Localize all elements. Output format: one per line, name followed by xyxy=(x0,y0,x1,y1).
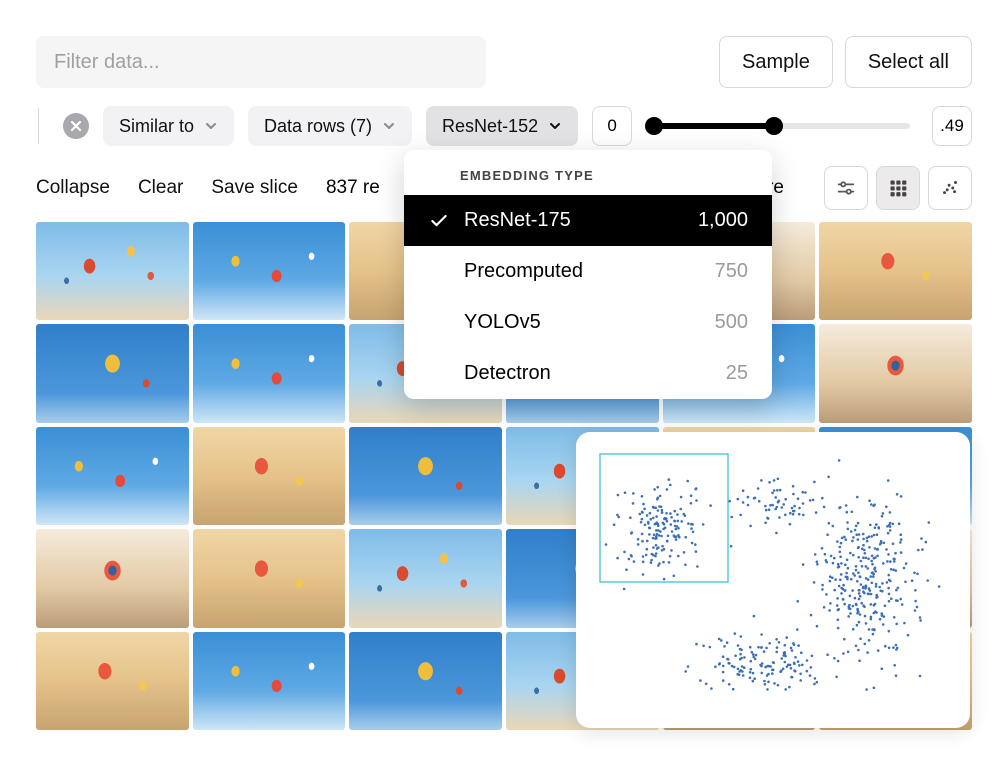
filters-icon-button[interactable] xyxy=(824,166,868,210)
scatter-plot[interactable] xyxy=(576,432,970,728)
dropdown-item[interactable]: Detectron 25 xyxy=(404,348,772,399)
embedding-type-label: ResNet-152 xyxy=(442,116,538,137)
thumbnail[interactable] xyxy=(349,427,502,525)
dropdown-item-label: ResNet-175 xyxy=(464,209,571,232)
dropdown-title: EMBEDDING TYPE xyxy=(404,150,772,195)
thumbnail[interactable] xyxy=(193,222,346,320)
results-count: 837 re xyxy=(326,177,380,199)
similar-to-label: Similar to xyxy=(119,116,194,137)
thumbnail[interactable] xyxy=(819,222,972,320)
scatter-icon xyxy=(939,177,961,199)
chevron-down-icon xyxy=(548,119,562,133)
embedding-type-pill[interactable]: ResNet-152 xyxy=(426,106,578,146)
chevron-down-icon xyxy=(204,119,218,133)
dropdown-item-label: YOLOv5 xyxy=(464,311,541,334)
embedding-type-dropdown: EMBEDDING TYPE ResNet-175 1,000 Precompu… xyxy=(404,150,772,399)
filter-input[interactable] xyxy=(36,36,486,88)
thumbnail[interactable] xyxy=(193,427,346,525)
thumbnail[interactable] xyxy=(819,324,972,422)
clear-filters-icon[interactable] xyxy=(63,113,89,139)
thumbnail[interactable] xyxy=(349,529,502,627)
dropdown-item-count: 500 xyxy=(715,311,748,334)
scatter-view-button[interactable] xyxy=(928,166,972,210)
collapse-button[interactable]: Collapse xyxy=(36,177,110,199)
dropdown-item[interactable]: YOLOv5 500 xyxy=(404,297,772,348)
thumbnail[interactable] xyxy=(193,324,346,422)
thumbnail[interactable] xyxy=(36,324,189,422)
dropdown-item[interactable]: Precomputed 750 xyxy=(404,246,772,297)
thumbnail[interactable] xyxy=(36,632,189,730)
check-icon xyxy=(428,211,450,231)
thumbnail[interactable] xyxy=(36,529,189,627)
dropdown-item-count: 750 xyxy=(715,260,748,283)
dropdown-item-label: Detectron xyxy=(464,362,551,385)
data-rows-label: Data rows (7) xyxy=(264,116,372,137)
thumbnail[interactable] xyxy=(193,632,346,730)
data-rows-pill[interactable]: Data rows (7) xyxy=(248,106,412,146)
range-max-box[interactable]: .49 xyxy=(932,106,972,146)
range-slider-handle-min[interactable] xyxy=(645,117,663,135)
top-bar: Sample Select all xyxy=(0,0,1008,88)
range-min-box[interactable]: 0 xyxy=(592,106,632,146)
chevron-down-icon xyxy=(382,119,396,133)
range-slider-handle-max[interactable] xyxy=(765,117,783,135)
scatter-panel[interactable] xyxy=(576,432,970,728)
range-slider-fill xyxy=(654,123,774,129)
view-controls xyxy=(824,166,972,210)
grid-view-button[interactable] xyxy=(876,166,920,210)
vertical-divider xyxy=(38,108,39,144)
sliders-icon xyxy=(835,177,857,199)
dropdown-item-count: 25 xyxy=(726,362,748,385)
range-slider[interactable] xyxy=(654,123,910,129)
grid-icon xyxy=(888,178,908,198)
similar-to-pill[interactable]: Similar to xyxy=(103,106,234,146)
select-all-button[interactable]: Select all xyxy=(845,36,972,88)
filters-row: Similar to Data rows (7) ResNet-152 0 .4… xyxy=(0,88,1008,146)
dropdown-item[interactable]: ResNet-175 1,000 xyxy=(404,195,772,246)
dropdown-item-count: 1,000 xyxy=(698,209,748,232)
scatter-points xyxy=(605,459,941,691)
save-slice-button[interactable]: Save slice xyxy=(211,177,298,199)
thumbnail[interactable] xyxy=(36,222,189,320)
sample-button[interactable]: Sample xyxy=(719,36,833,88)
clear-button[interactable]: Clear xyxy=(138,177,183,199)
dropdown-item-label: Precomputed xyxy=(464,260,583,283)
thumbnail[interactable] xyxy=(36,427,189,525)
thumbnail[interactable] xyxy=(193,529,346,627)
thumbnail[interactable] xyxy=(349,632,502,730)
